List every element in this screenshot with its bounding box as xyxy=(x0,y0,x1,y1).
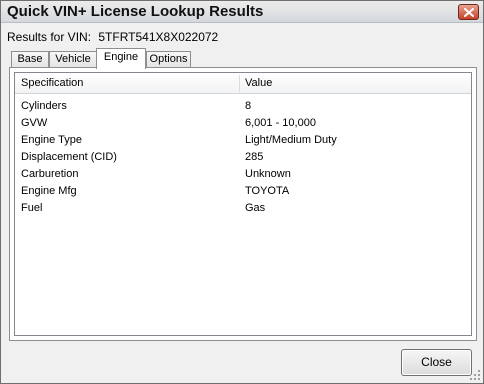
resize-grip-icon[interactable] xyxy=(469,369,481,381)
tab-vehicle[interactable]: Vehicle xyxy=(49,51,97,68)
spec-cell: Fuel xyxy=(21,202,43,214)
value-cell: Unknown xyxy=(245,168,291,180)
tab-options[interactable]: Options xyxy=(146,51,191,68)
close-icon xyxy=(464,8,474,17)
table-row[interactable]: Fuel Gas xyxy=(15,200,471,217)
engine-tab-panel: Specification Value Cylinders 8 GVW 6,00… xyxy=(9,67,477,341)
results-line: Results for VIN: 5TFRT541X8X022072 xyxy=(7,30,218,44)
table-row[interactable]: Cylinders 8 xyxy=(15,98,471,115)
spec-cell: Displacement (CID) xyxy=(21,151,117,163)
window-title: Quick VIN+ License Lookup Results xyxy=(7,3,264,20)
spec-cell: Cylinders xyxy=(21,100,67,112)
spec-cell: GVW xyxy=(21,117,48,129)
table-row[interactable]: Engine Mfg TOYOTA xyxy=(15,183,471,200)
tab-engine[interactable]: Engine xyxy=(96,48,146,69)
specification-list[interactable]: Specification Value Cylinders 8 GVW 6,00… xyxy=(14,72,472,336)
value-cell: Gas xyxy=(245,202,266,214)
spec-cell: Engine Type xyxy=(21,134,82,146)
column-header-value[interactable]: Value xyxy=(239,73,471,94)
value-cell: TOYOTA xyxy=(245,185,290,197)
table-row[interactable]: Engine Type Light/Medium Duty xyxy=(15,132,471,149)
tab-base[interactable]: Base xyxy=(11,51,49,68)
spec-cell: Carburetion xyxy=(21,168,79,180)
list-header: Specification Value xyxy=(15,73,471,94)
close-button[interactable]: Close xyxy=(401,349,472,376)
title-bar[interactable]: Quick VIN+ License Lookup Results xyxy=(1,1,483,23)
vin-value: 5TFRT541X8X022072 xyxy=(98,30,219,44)
table-row[interactable]: Carburetion Unknown xyxy=(15,166,471,183)
column-header-specification[interactable]: Specification xyxy=(15,73,239,94)
value-cell: Light/Medium Duty xyxy=(245,134,337,146)
lookup-results-window: Quick VIN+ License Lookup Results Result… xyxy=(0,0,484,384)
results-label: Results for VIN: xyxy=(7,30,92,44)
spec-cell: Engine Mfg xyxy=(21,185,77,197)
table-row[interactable]: Displacement (CID) 285 xyxy=(15,149,471,166)
window-close-button[interactable] xyxy=(458,4,479,20)
value-cell: 8 xyxy=(245,100,252,112)
value-cell: 6,001 - 10,000 xyxy=(245,117,316,129)
table-row[interactable]: GVW 6,001 - 10,000 xyxy=(15,115,471,132)
value-cell: 285 xyxy=(245,151,264,163)
